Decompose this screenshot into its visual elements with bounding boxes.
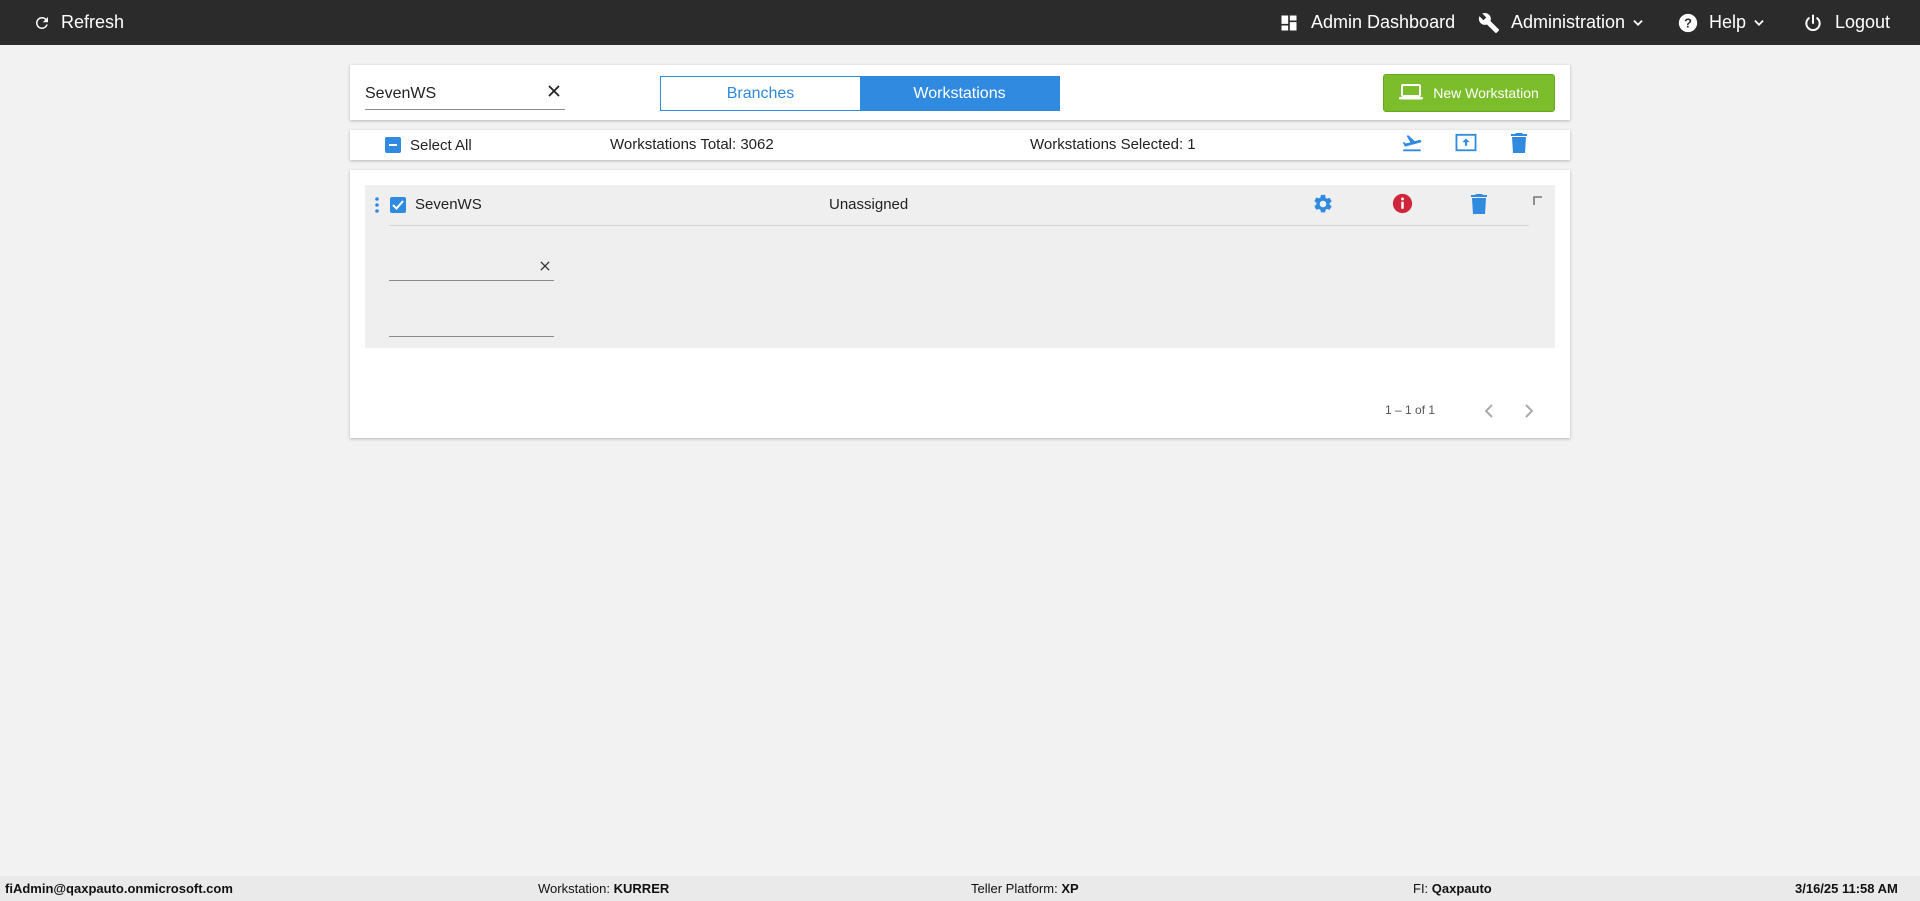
refresh-button[interactable]: Refresh (33, 0, 124, 45)
svg-text:?: ? (1684, 15, 1692, 30)
datetime-value: 3/16/25 11:58 AM (1795, 881, 1898, 896)
footer-fi: FI: Qaxpauto (1413, 881, 1492, 896)
administration-menu[interactable]: Administration (1478, 0, 1645, 45)
search-toolbar: Branches Workstations New Workstation (350, 65, 1570, 120)
view-toggle: Branches Workstations (660, 76, 1060, 111)
close-icon (540, 258, 550, 276)
refresh-icon (33, 14, 51, 32)
collapse-row-button[interactable] (1531, 195, 1545, 209)
footer-platform: Teller Platform: XP (971, 881, 1079, 896)
help-menu[interactable]: ? Help (1677, 0, 1766, 45)
trash-icon (1470, 193, 1488, 219)
close-icon (548, 84, 560, 102)
settings-button[interactable] (1311, 194, 1335, 218)
wrench-icon (1478, 12, 1500, 34)
upload-box-icon (1455, 133, 1477, 158)
info-button[interactable] (1390, 193, 1414, 219)
top-navigation-bar: Refresh Admin Dashboard Administration ?… (0, 0, 1920, 45)
new-workstation-label: New Workstation (1433, 85, 1539, 101)
workstation-name: SevenWS (415, 196, 482, 213)
row-detail-field-1 (389, 255, 554, 281)
refresh-label: Refresh (61, 12, 125, 32)
tab-workstations[interactable]: Workstations (860, 77, 1059, 110)
select-all-checkbox[interactable]: Select All (385, 136, 472, 154)
row-detail-input-2[interactable] (389, 311, 529, 335)
info-icon (1392, 193, 1413, 219)
footer-user: fiAdmin@qaxpauto.onmicrosoft.com (5, 881, 233, 896)
row-detail-field-2 (389, 311, 554, 337)
platform-label: Teller Platform: (971, 881, 1058, 896)
indeterminate-checkbox-icon (385, 137, 401, 153)
upload-button[interactable] (1454, 133, 1478, 157)
airplane-takeoff-icon (1401, 132, 1423, 159)
table-row: SevenWS Unassigned (365, 185, 1555, 348)
row-header: SevenWS Unassigned (365, 185, 1555, 225)
delete-selected-button[interactable] (1507, 132, 1531, 158)
pagination-range: 1 – 1 of 1 (1385, 403, 1436, 417)
workstation-list: SevenWS Unassigned 1 – 1 of 1 (350, 170, 1570, 438)
workstations-total: Workstations Total: 3062 (610, 136, 774, 153)
search-input[interactable] (365, 82, 535, 106)
chevron-down-icon (1631, 16, 1645, 30)
laptop-icon (1399, 83, 1424, 104)
help-label: Help (1709, 12, 1747, 32)
workstation-value: KURRER (613, 881, 670, 896)
trash-icon (1510, 132, 1528, 158)
fi-value: Qaxpauto (1431, 881, 1492, 896)
search-field (365, 82, 565, 110)
gear-icon (1312, 193, 1334, 220)
workstation-status: Unassigned (829, 196, 909, 213)
select-all-label: Select All (410, 136, 472, 154)
admin-dashboard-link[interactable]: Admin Dashboard (1279, 0, 1455, 45)
logout-label: Logout (1835, 12, 1891, 32)
footer-workstation: Workstation: KURRER (538, 881, 669, 896)
platform-value: XP (1061, 881, 1079, 896)
help-circle-icon: ? (1677, 12, 1699, 34)
power-icon (1803, 13, 1823, 33)
deploy-button[interactable] (1400, 133, 1424, 157)
footer-datetime: 3/16/25 11:58 AM (1795, 881, 1898, 896)
delete-row-button[interactable] (1467, 193, 1491, 219)
status-footer: fiAdmin@qaxpauto.onmicrosoft.com Worksta… (0, 876, 1920, 901)
row-checkbox[interactable] (390, 197, 406, 213)
drag-handle-icon[interactable] (375, 197, 379, 218)
logout-button[interactable]: Logout (1803, 0, 1890, 45)
row-divider (389, 225, 1529, 226)
new-workstation-button[interactable]: New Workstation (1383, 74, 1555, 112)
administration-label: Administration (1511, 12, 1626, 32)
chevron-left-icon (1482, 404, 1496, 423)
tab-branches[interactable]: Branches (661, 77, 860, 110)
workstation-label: Workstation: (538, 881, 611, 896)
previous-page-button[interactable] (1482, 403, 1496, 424)
selection-bar: Select All Workstations Total: 3062 Work… (350, 130, 1570, 160)
next-page-button[interactable] (1522, 403, 1536, 424)
clear-field-button[interactable] (538, 260, 552, 274)
fi-label: FI: (1413, 881, 1429, 896)
admin-dashboard-label: Admin Dashboard (1311, 12, 1456, 32)
corner-collapse-icon (1533, 193, 1543, 211)
dashboard-icon (1279, 13, 1299, 33)
user-email: fiAdmin@qaxpauto.onmicrosoft.com (5, 881, 233, 896)
row-detail-input-1[interactable] (389, 255, 529, 279)
chevron-down-icon (1752, 16, 1766, 30)
workstations-selected: Workstations Selected: 1 (1030, 136, 1196, 153)
chevron-right-icon (1522, 404, 1536, 423)
clear-search-button[interactable] (545, 84, 563, 102)
